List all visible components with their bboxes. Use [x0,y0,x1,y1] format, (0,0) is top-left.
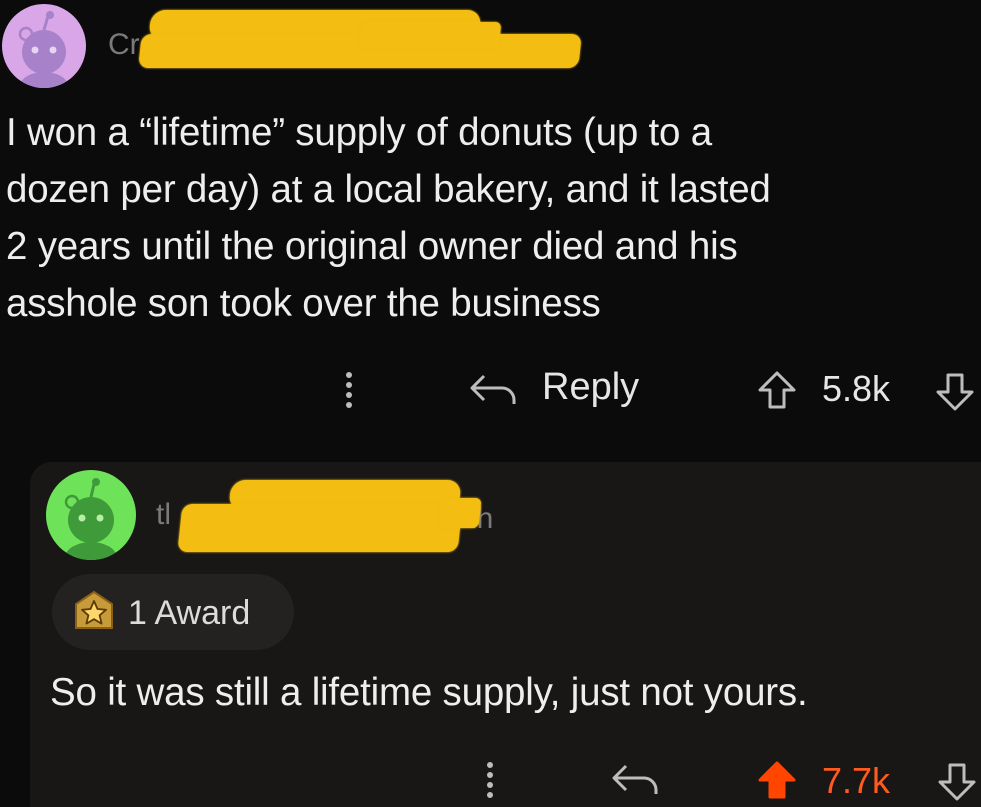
username[interactable]: tl [156,498,171,532]
downvote-arrow-icon[interactable] [936,762,978,802]
redaction-mark [438,498,482,528]
reply-arrow-icon[interactable] [610,762,660,796]
comment-body: I won a “lifetime” supply of donuts (up … [6,104,771,332]
upvote-arrow-icon[interactable] [756,370,798,410]
award-badge[interactable]: 1 Award [52,574,294,650]
snoo-avatar-icon [18,11,68,88]
comment-line: I won a “lifetime” supply of donuts (up … [6,111,712,154]
award-count: 1 Award [128,594,251,632]
redaction-mark [177,504,463,552]
reply-arrow-icon[interactable] [468,372,518,406]
vote-score: 7.7k [822,760,891,801]
comment-2: tl 2h 1 Award So it was still a lifetime… [30,462,981,807]
user-avatar[interactable] [2,4,86,88]
comment-1: Cr 550 2h I won a “lifetime” supply of d… [0,0,981,440]
vote-score: 5.8k [822,368,891,409]
kebab-icon[interactable] [343,368,355,412]
redaction-mark [358,22,502,48]
downvote-arrow-icon[interactable] [934,372,976,412]
upvote-arrow-icon[interactable] [756,760,798,800]
award-star-icon [75,590,113,629]
comment-body: So it was still a lifetime supply, just … [50,671,808,714]
kebab-icon[interactable] [484,758,496,802]
snoo-avatar-icon [64,478,117,560]
comment-line: dozen per day) at a local bakery, and it… [6,168,771,211]
user-avatar[interactable] [46,470,136,560]
comment-line: asshole son took over the business [6,282,601,325]
reply-button[interactable]: Reply [542,366,639,409]
comment-line: 2 years until the original owner died an… [6,225,738,268]
username[interactable]: Cr [108,28,140,62]
